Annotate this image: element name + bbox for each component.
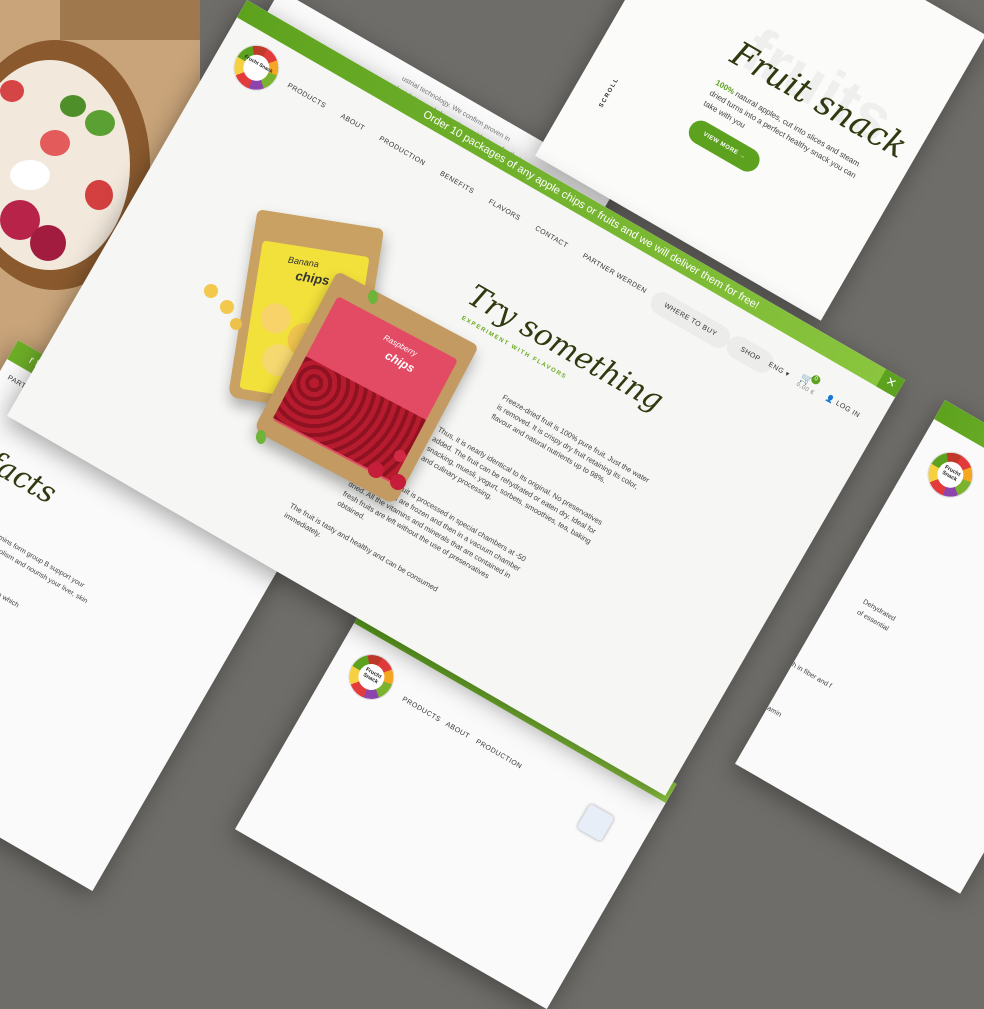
nav-contact[interactable]: CONTACT — [534, 225, 569, 249]
raspberry-3 — [394, 450, 406, 462]
arrow-right-icon: → — [737, 152, 747, 161]
chevron-down-icon: ▾ — [783, 370, 791, 379]
banana-slice-1 — [204, 284, 218, 298]
main-logo[interactable]: Frucht Snack — [226, 37, 287, 98]
nav-partner[interactable]: PARTNER WERDEN — [581, 253, 648, 295]
logo-text: Frucht Snack — [243, 53, 274, 75]
where-to-buy-button[interactable]: WHERE TO BUY — [646, 288, 735, 352]
nav-about-bottom[interactable]: ABOUT — [444, 721, 471, 740]
language-selector[interactable]: ENG ▾ — [767, 360, 791, 379]
raspberry-1 — [368, 462, 384, 478]
user-icon: 👤 — [824, 394, 836, 405]
nav-production[interactable]: PRODUCTION — [378, 135, 427, 167]
hero-title: Try something — [461, 278, 670, 419]
recaptcha-badge-bottom — [576, 803, 615, 842]
leaf-1 — [368, 290, 378, 304]
right-text-4: Rich in vitamin — [739, 689, 783, 719]
raspberry-2 — [390, 474, 406, 490]
nav-benefits[interactable]: BENEFITS — [438, 170, 475, 195]
nav-products-bottom[interactable]: PRODUCTS — [401, 696, 442, 724]
right-text-3: Rich in fiber and f — [781, 656, 833, 690]
nav-flavors[interactable]: FLAVORS — [487, 198, 521, 222]
banana-slice-2 — [220, 300, 234, 314]
leaf-2 — [256, 430, 266, 444]
cart-button[interactable]: 🛒 0 0,00 € — [795, 372, 822, 397]
right-logo: Frucht Snack — [920, 444, 981, 505]
scroll-label: SCROLL — [598, 76, 621, 109]
bottom-logo: Frucht Snack — [341, 646, 402, 708]
login-button[interactable]: 👤 LOG IN — [824, 393, 861, 419]
nav-products[interactable]: PRODUCTS — [286, 82, 327, 110]
nav-about[interactable]: ABOUT — [339, 113, 366, 132]
nav-production-bottom[interactable]: PRODUCTION — [474, 738, 523, 770]
shop-button[interactable]: SHOP — [722, 332, 778, 377]
banana-slice-3 — [230, 318, 242, 330]
